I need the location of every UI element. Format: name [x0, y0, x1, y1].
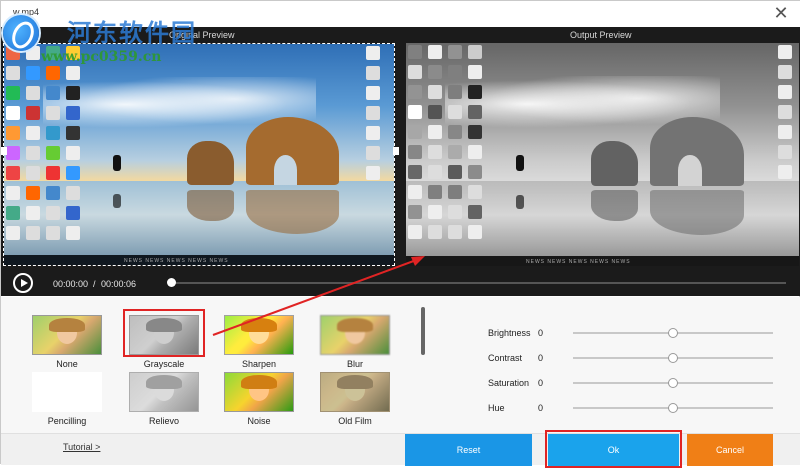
- brightness-label: Brightness: [488, 328, 531, 338]
- brightness-slider[interactable]: [573, 328, 773, 338]
- watermark-site-name: 河东软件园: [67, 18, 197, 47]
- filter-none[interactable]: None: [31, 315, 103, 369]
- saturation-slider[interactable]: [573, 378, 773, 388]
- hue-slider-knob[interactable]: [668, 403, 678, 413]
- total-time: 00:00:06: [101, 279, 137, 289]
- brightness-slider-knob[interactable]: [668, 328, 678, 338]
- player-controls: 00:00:00 / 00:00:06: [1, 270, 800, 296]
- watermark-url: www.pc0359.cn: [41, 49, 162, 65]
- ok-button-highlight: [545, 430, 682, 468]
- filter-label: Blur: [346, 359, 363, 369]
- desktop-taskbar: NEWS NEWS NEWS NEWS NEWS: [4, 255, 394, 265]
- filter-thumbnail: [129, 372, 199, 412]
- current-time: 00:00:00: [53, 279, 89, 289]
- filter-label: Pencilling: [47, 416, 87, 426]
- saturation-label: Saturation: [488, 378, 530, 388]
- filter-label: Old Film: [338, 416, 372, 426]
- timeline-track[interactable]: [171, 282, 786, 284]
- bottom-panel: None Grayscale Sharpen Blur Pencilling R…: [1, 297, 800, 468]
- preview-left-handle[interactable]: [1, 147, 7, 155]
- output-preview-pane: NEWS NEWS NEWS NEWS NEWS: [406, 43, 799, 266]
- tutorial-link[interactable]: Tutorial >: [63, 442, 100, 452]
- dialog-footer: Tutorial > Reset Ok Cancel: [1, 430, 800, 468]
- filter-old-film[interactable]: Old Film: [319, 372, 391, 426]
- play-button[interactable]: [13, 273, 33, 293]
- filter-and-adjust-panel: None Grayscale Sharpen Blur Pencilling R…: [1, 297, 800, 433]
- watermark-logo-icon: [3, 15, 39, 51]
- selected-filter-highlight: [123, 309, 205, 357]
- filter-label: Noise: [247, 416, 271, 426]
- contrast-slider[interactable]: [573, 353, 773, 363]
- hue-value: 0: [538, 403, 544, 413]
- filter-pencilling[interactable]: Pencilling: [31, 372, 103, 426]
- filter-label: Grayscale: [143, 359, 185, 369]
- desktop-wallpaper-image: NEWS NEWS NEWS NEWS NEWS: [4, 44, 394, 265]
- reset-button[interactable]: Reset: [405, 434, 532, 466]
- hue-label: Hue: [488, 403, 505, 413]
- contrast-slider-knob[interactable]: [668, 353, 678, 363]
- desktop-icons: [6, 46, 86, 246]
- output-preview-label: Output Preview: [570, 30, 632, 40]
- contrast-value: 0: [538, 353, 544, 363]
- timeline-knob[interactable]: [167, 278, 176, 287]
- filter-editor-window: w.mp4 ✕ Original Preview Output Preview: [0, 0, 800, 468]
- brightness-value: 0: [538, 328, 544, 338]
- original-preview-pane[interactable]: NEWS NEWS NEWS NEWS NEWS: [3, 43, 395, 266]
- saturation-value: 0: [538, 378, 544, 388]
- filter-list-scrollbar[interactable]: [421, 307, 425, 355]
- filter-thumbnail: [320, 315, 390, 355]
- cancel-button[interactable]: Cancel: [687, 434, 773, 466]
- filter-thumbnail: [320, 372, 390, 412]
- filter-blur[interactable]: Blur: [319, 315, 391, 369]
- saturation-slider-knob[interactable]: [668, 378, 678, 388]
- filter-sharpen[interactable]: Sharpen: [223, 315, 295, 369]
- filter-thumbnail: [224, 315, 294, 355]
- filter-thumbnail: [32, 372, 102, 412]
- time-separator: /: [93, 279, 96, 289]
- filter-thumbnail: [224, 372, 294, 412]
- filter-label: Relievo: [148, 416, 179, 426]
- close-icon[interactable]: ✕: [771, 3, 791, 23]
- contrast-label: Contrast: [488, 353, 523, 363]
- filter-noise[interactable]: Noise: [223, 372, 295, 426]
- filter-label: None: [56, 359, 78, 369]
- preview-divider-handle[interactable]: [393, 147, 399, 155]
- filter-relievo[interactable]: Relievo: [128, 372, 200, 426]
- hue-slider[interactable]: [573, 403, 773, 413]
- desktop-wallpaper-grayscale-image: NEWS NEWS NEWS NEWS NEWS: [406, 43, 799, 266]
- filter-thumbnail: [32, 315, 102, 355]
- filter-label: Sharpen: [241, 359, 277, 369]
